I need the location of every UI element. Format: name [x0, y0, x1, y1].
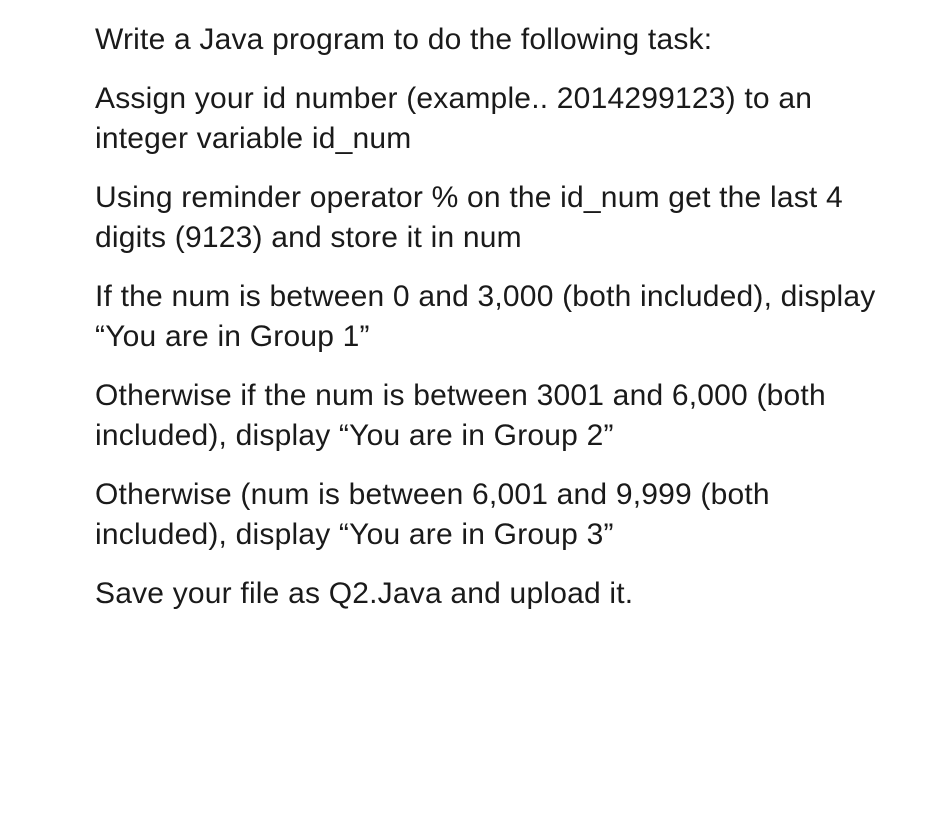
- instruction-paragraph: Assign your id number (example.. 2014299…: [95, 79, 882, 160]
- instruction-paragraph: Otherwise if the num is between 3001 and…: [95, 376, 882, 457]
- instruction-paragraph: Using reminder operator % on the id_num …: [95, 178, 882, 259]
- instruction-paragraph: Save your file as Q2.Java and upload it.: [95, 574, 882, 615]
- instruction-paragraph: If the num is between 0 and 3,000 (both …: [95, 277, 882, 358]
- instruction-paragraph: Write a Java program to do the following…: [95, 20, 882, 61]
- instruction-paragraph: Otherwise (num is between 6,001 and 9,99…: [95, 475, 882, 556]
